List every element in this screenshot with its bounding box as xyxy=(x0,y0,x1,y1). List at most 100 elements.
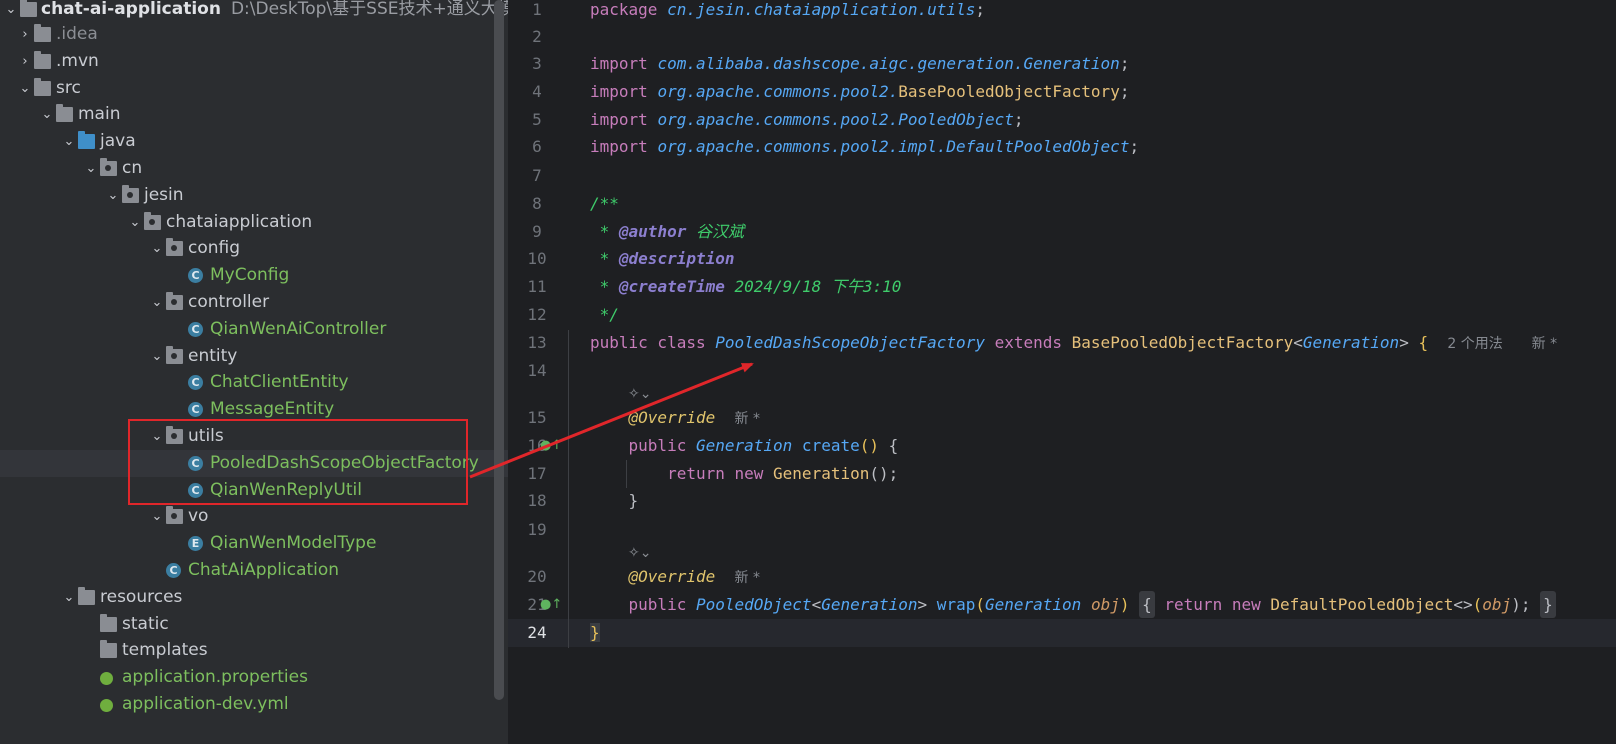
line-number: 6 xyxy=(532,137,542,156)
chevron-right-icon[interactable]: › xyxy=(18,21,32,48)
project-tool-window: ⌄ chat-ai-application D:\DeskTop\基于SSE技术+… xyxy=(0,0,508,744)
chevron-down-icon[interactable]: ⌄ xyxy=(150,235,164,262)
folder-icon xyxy=(100,640,117,659)
code-line-10: * @description xyxy=(590,249,735,268)
tree-row[interactable]: static xyxy=(0,611,508,638)
package-folder-icon xyxy=(166,506,183,525)
code-line-24: } xyxy=(590,623,600,642)
class-name-token: PooledDashScopeObjectFactory xyxy=(715,333,985,352)
tree-row[interactable]: ⌄ resources xyxy=(0,584,508,611)
folded-region-close[interactable]: } xyxy=(1540,591,1556,618)
tree-row[interactable]: ⌄ src xyxy=(0,75,508,102)
tree-row-label: vo xyxy=(188,506,209,527)
code-line-21: public PooledObject<Generation> wrap(Gen… xyxy=(590,591,1556,618)
code-line-1: package cn.jesin.chataiapplication.utils… xyxy=(590,0,985,19)
tree-row[interactable]: ⌄ controller xyxy=(0,289,508,316)
chevron-down-icon[interactable]: ⌄ xyxy=(106,182,120,209)
chevron-down-icon[interactable]: ⌄ xyxy=(128,209,142,236)
chevron-down-icon[interactable]: ⌄ xyxy=(150,343,164,370)
author-inlay-hint[interactable]: 新 * xyxy=(1532,336,1557,352)
tree-row[interactable]: C ChatAiApplication xyxy=(0,557,508,584)
package-folder-icon xyxy=(122,184,139,203)
line-number: 5 xyxy=(532,110,542,129)
source-root-folder-icon xyxy=(78,131,95,150)
tree-row-label: controller xyxy=(188,292,270,312)
line-number: 8 xyxy=(532,194,542,213)
code-line-6: import org.apache.commons.pool2.impl.Def… xyxy=(590,137,1140,156)
chevron-down-icon[interactable]: ⌄ xyxy=(84,155,98,182)
package-folder-icon xyxy=(166,292,183,310)
tree-row[interactable]: ⌄ java xyxy=(0,128,508,155)
tree-row[interactable]: templates xyxy=(0,637,508,664)
tree-row[interactable]: C MyConfig xyxy=(0,262,508,289)
author-inlay-hint[interactable]: 新 * xyxy=(735,411,760,427)
tree-row-label: jesin xyxy=(144,184,184,205)
tree-row-label: cn xyxy=(122,158,143,178)
usages-inlay-hint[interactable]: 2 个用法 xyxy=(1447,336,1502,352)
tree-row[interactable]: › .mvn xyxy=(0,48,508,75)
line-number: 19 xyxy=(527,520,547,539)
tree-row[interactable]: ⌄ cn xyxy=(0,155,508,182)
tree-row[interactable]: ⌄ jesin xyxy=(0,182,508,209)
tree-row[interactable]: › .idea xyxy=(0,21,508,48)
caret-line-highlight xyxy=(508,619,1616,647)
line-number: 7 xyxy=(532,166,542,185)
implements-method-icon[interactable]: ●↑ xyxy=(540,438,562,453)
chevron-down-icon[interactable]: ⌄ xyxy=(62,584,76,611)
tree-root-row[interactable]: ⌄ chat-ai-application D:\DeskTop\基于SSE技术+… xyxy=(0,0,508,23)
folder-icon xyxy=(34,77,51,96)
spring-config-file-icon xyxy=(100,672,113,686)
chevron-down-icon[interactable]: ⌄ xyxy=(150,503,164,530)
code-line-16: public Generation create() { xyxy=(628,436,899,455)
tree-row[interactable]: application.properties xyxy=(0,664,508,691)
tree-row[interactable]: C QianWenAiController xyxy=(0,316,508,343)
project-name: chat-ai-application xyxy=(41,0,221,19)
tree-row[interactable]: ⌄ entity xyxy=(0,343,508,370)
chevron-down-icon[interactable]: ⌄ xyxy=(18,75,32,102)
line-number: 13 xyxy=(527,333,547,352)
tree-row-label: .mvn xyxy=(56,50,99,71)
tree-row[interactable]: C ChatClientEntity xyxy=(0,369,508,396)
folder-icon xyxy=(34,24,51,42)
ai-suggestion-icon[interactable]: ✧⌄ xyxy=(628,386,651,402)
code-line-13: public class PooledDashScopeObjectFactor… xyxy=(590,333,1558,352)
package-folder-icon xyxy=(166,345,183,364)
ai-suggestion-icon[interactable]: ✧⌄ xyxy=(628,545,651,561)
code-line-18: } xyxy=(628,491,639,510)
tree-row-label: ChatAiApplication xyxy=(188,560,340,580)
line-number: 15 xyxy=(527,408,547,427)
tree-row[interactable]: ⌄ vo xyxy=(0,503,508,530)
tree-row-label: application.properties xyxy=(122,667,308,688)
tree-row[interactable]: ⌄ main xyxy=(0,101,508,128)
author-inlay-hint[interactable]: 新 * xyxy=(735,570,760,586)
line-number: 10 xyxy=(527,249,547,268)
implements-method-icon[interactable]: ●↑ xyxy=(540,597,562,612)
chevron-down-icon[interactable]: ⌄ xyxy=(62,128,76,155)
chevron-right-icon[interactable]: › xyxy=(18,48,32,75)
code-line-8: /** xyxy=(590,194,619,213)
tree-row[interactable]: E QianWenModelType xyxy=(0,530,508,557)
line-number: 4 xyxy=(532,82,542,101)
code-line-17: return new Generation(); xyxy=(667,464,899,483)
tree-row-label: main xyxy=(78,104,121,125)
line-number: 20 xyxy=(527,567,547,586)
chevron-down-icon[interactable]: ⌄ xyxy=(150,289,164,316)
folder-icon xyxy=(34,50,51,69)
chevron-down-icon[interactable]: ⌄ xyxy=(40,101,54,128)
scrollbar-thumb[interactable] xyxy=(494,0,504,700)
code-editor[interactable]: 1 2 3 4 5 6 7 8 9 10 11 12 13 14 15 16 17 18 19 20 21 24 ●↑ ●… xyxy=(508,0,1616,744)
code-line-5: import org.apache.commons.pool2.PooledOb… xyxy=(590,110,1024,129)
folder-icon xyxy=(56,104,73,123)
code-line-12: */ xyxy=(590,305,619,324)
code-line-15: @Override 新 * xyxy=(628,408,760,427)
chevron-down-icon[interactable]: ⌄ xyxy=(4,0,18,23)
tree-row[interactable]: ⌄ chataiapplication xyxy=(0,209,508,236)
class-icon: C xyxy=(188,402,203,418)
tree-row[interactable]: application-dev.yml xyxy=(0,691,508,718)
package-folder-icon xyxy=(166,238,183,257)
folded-region-open[interactable]: { xyxy=(1139,591,1155,618)
tree-row-label: application-dev.yml xyxy=(122,694,289,714)
class-icon: C xyxy=(188,321,203,337)
tree-row[interactable]: ⌄ config xyxy=(0,235,508,262)
spring-boot-class-icon: C xyxy=(166,563,181,578)
